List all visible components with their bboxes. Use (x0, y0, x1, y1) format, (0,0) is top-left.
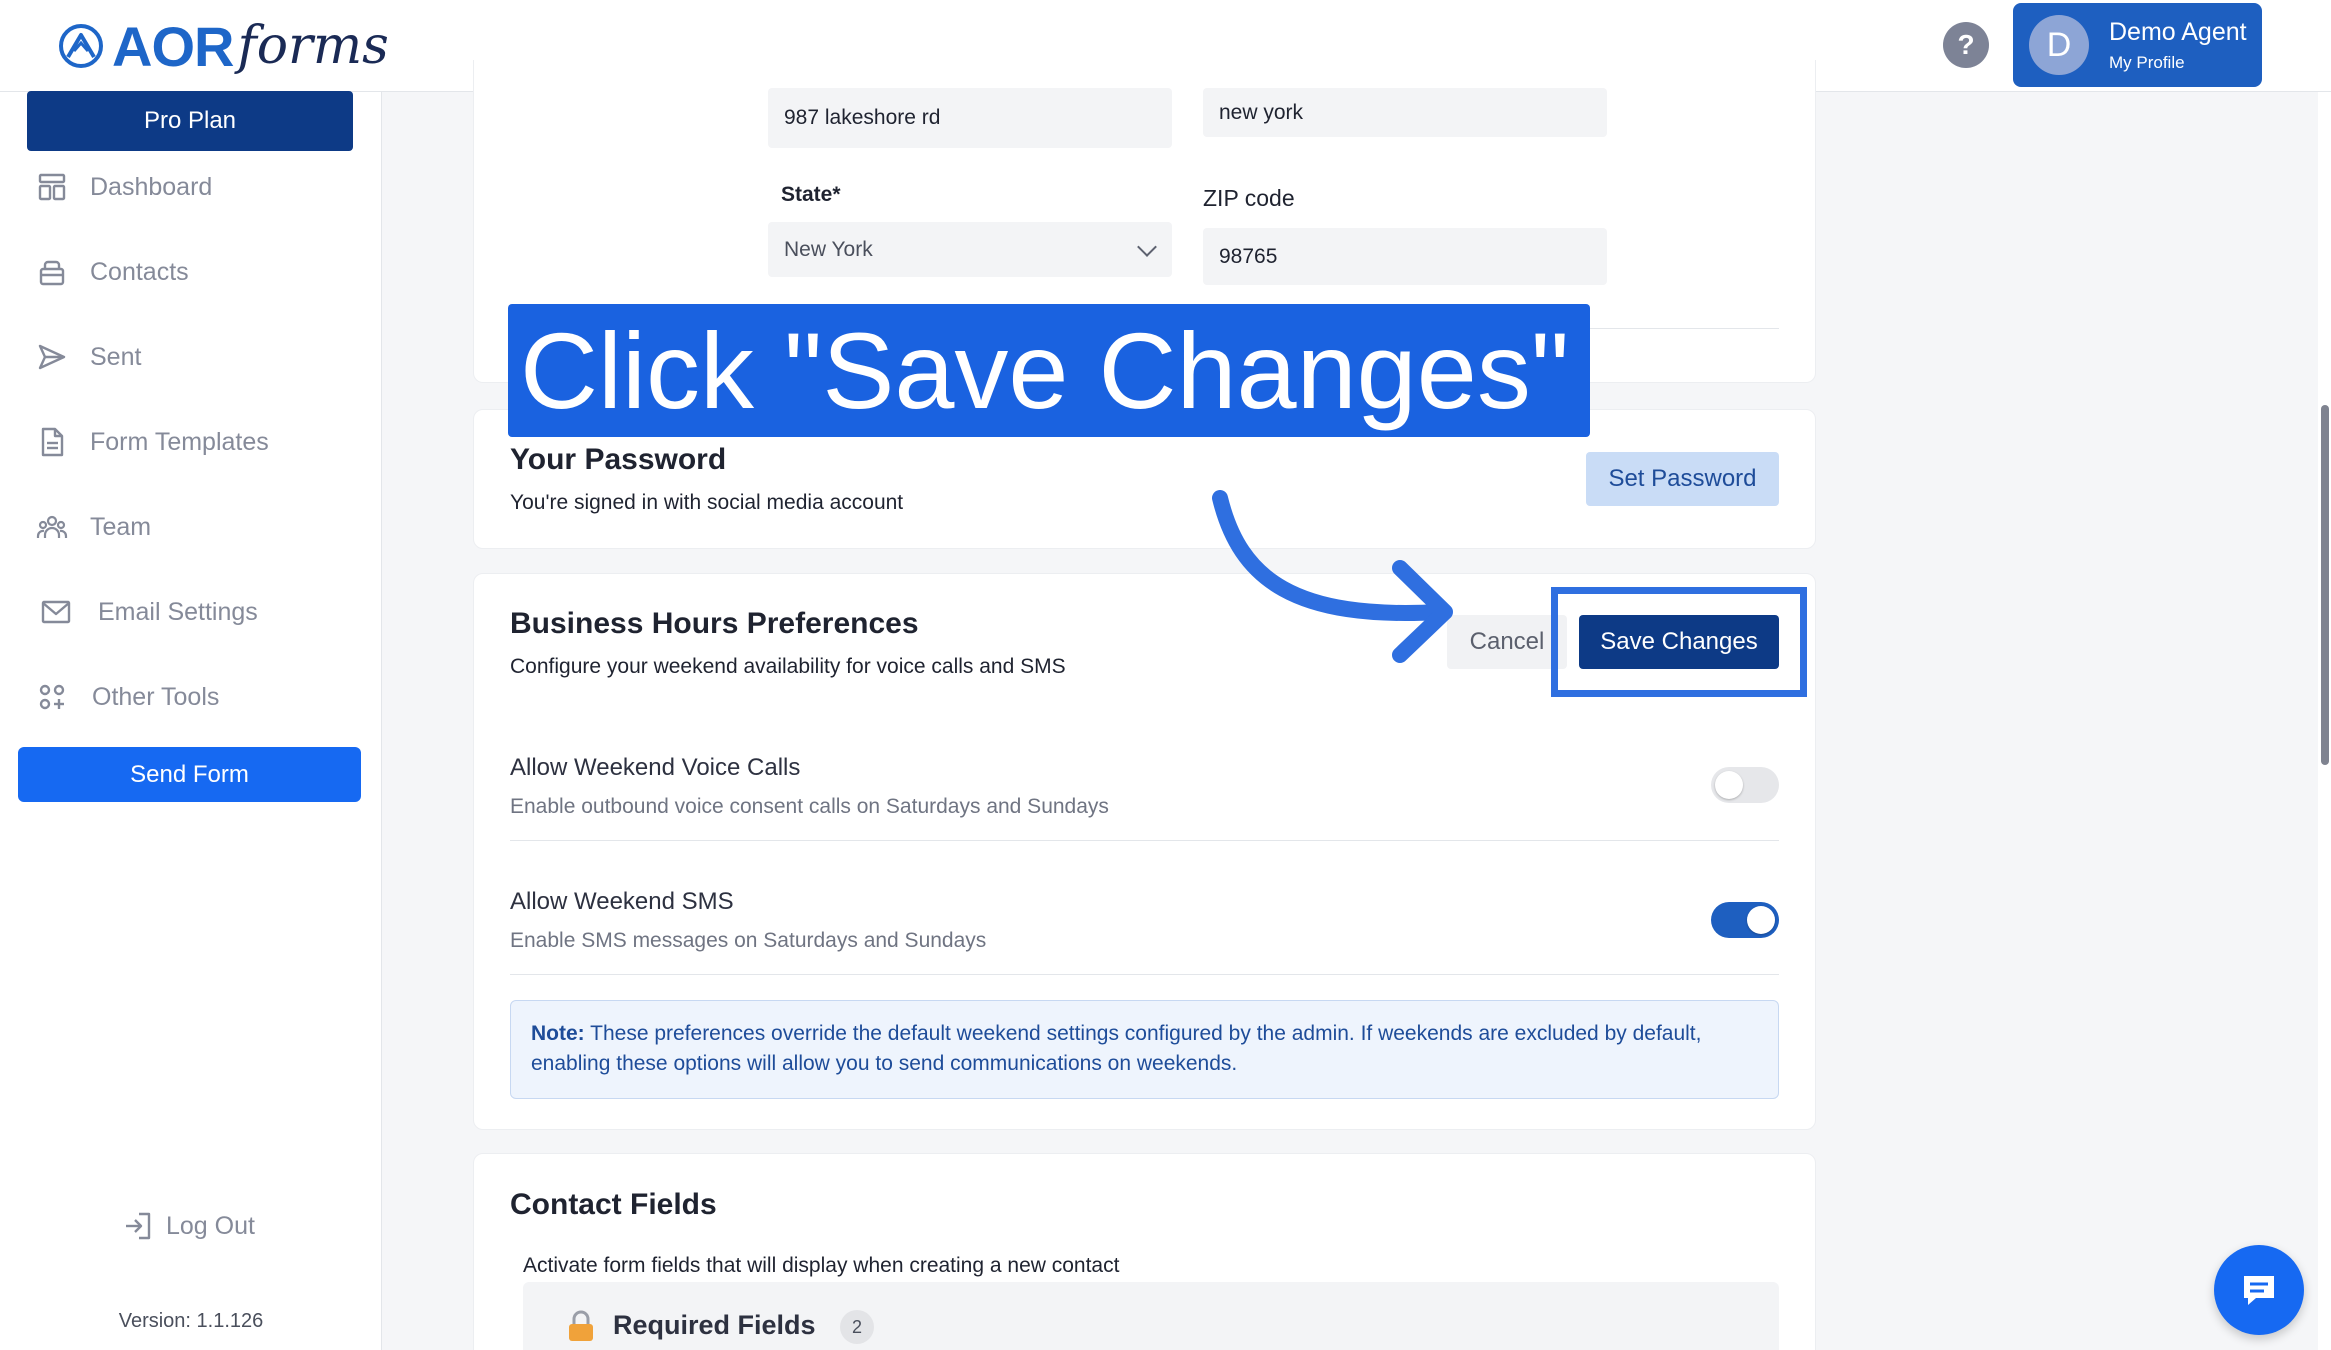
toggle-knob (1715, 771, 1743, 799)
grid-plus-icon (39, 684, 65, 710)
profile-name: Demo Agent (2109, 17, 2247, 46)
toggle-knob (1747, 906, 1775, 934)
weekend-sms-toggle[interactable] (1711, 902, 1779, 938)
logo-script: forms (237, 16, 389, 76)
aor-forms-logo[interactable]: AOR forms (58, 6, 389, 86)
zip-input[interactable]: 98765 (1203, 228, 1607, 285)
logout-icon (126, 1212, 151, 1240)
business-hours-title: Business Hours Preferences (510, 607, 919, 640)
avatar: D (2029, 15, 2089, 75)
cancel-button[interactable]: Cancel (1447, 615, 1567, 669)
contact-fields-title: Contact Fields (510, 1188, 717, 1221)
send-icon (38, 344, 66, 370)
state-label: State* (781, 183, 841, 206)
divider (510, 840, 1779, 841)
weekend-voice-title: Allow Weekend Voice Calls (510, 754, 801, 781)
chevron-down-icon (1137, 236, 1157, 257)
note-label: Note: (531, 1022, 585, 1045)
send-form-button[interactable]: Send Form (18, 747, 361, 802)
sidebar-item-label: Email Settings (98, 597, 258, 626)
scrollbar-thumb[interactable] (2321, 405, 2329, 765)
lock-icon (569, 1310, 593, 1341)
sidebar-item-label: Form Templates (90, 427, 269, 456)
sidebar-item-label: Dashboard (90, 172, 213, 201)
chat-button[interactable] (2214, 1245, 2304, 1335)
password-desc: You're signed in with social media accou… (510, 491, 904, 514)
tutorial-arrow-icon (1212, 490, 1453, 663)
profile-button[interactable]: D Demo Agent My Profile (2013, 3, 2262, 87)
sidebar-item-dashboard[interactable]: Dashboard (36, 162, 212, 212)
street-address-input[interactable]: 987 lakeshore rd (768, 88, 1172, 148)
weekend-voice-toggle[interactable] (1711, 767, 1779, 803)
sidebar-item-form-templates[interactable]: Form Templates (36, 417, 269, 467)
note-text: These preferences override the default w… (531, 1022, 1702, 1075)
required-fields-label: Required Fields (613, 1310, 816, 1340)
sidebar-item-contacts[interactable]: Contacts (36, 247, 189, 297)
pro-plan-button[interactable]: Pro Plan (27, 91, 353, 151)
version-text: Version: 1.1.126 (118, 1310, 264, 1332)
sidebar-item-email-settings[interactable]: Email Settings (36, 587, 258, 637)
business-hours-desc: Configure your weekend availability for … (510, 655, 1066, 678)
sidebar-item-label: Contacts (90, 257, 189, 286)
profile-link: My Profile (2109, 52, 2185, 72)
contacts-icon (39, 260, 65, 286)
sidebar-item-label: Team (90, 512, 152, 541)
weekend-sms-title: Allow Weekend SMS (510, 888, 734, 915)
save-changes-highlight (1551, 587, 1807, 697)
state-select[interactable]: New York (768, 222, 1172, 277)
preferences-note: Note: These preferences override the def… (510, 1000, 1779, 1099)
sidebar-item-team[interactable]: Team (36, 502, 151, 552)
dashboard-icon (38, 173, 66, 201)
logout-label: Log Out (166, 1211, 255, 1240)
sidebar: Pro Plan Dashboard Contacts Sent Form Te… (0, 91, 382, 1350)
chat-icon (2244, 1276, 2274, 1305)
weekend-sms-desc: Enable SMS messages on Saturdays and Sun… (510, 929, 987, 952)
divider (510, 974, 1779, 975)
city-input[interactable]: new york (1203, 88, 1607, 137)
logo-mark-icon (59, 24, 103, 68)
required-fields-count: 2 (840, 1310, 874, 1344)
password-title: Your Password (510, 443, 727, 476)
sidebar-item-label: Sent (90, 342, 142, 371)
set-password-button[interactable]: Set Password (1586, 452, 1779, 506)
weekend-voice-desc: Enable outbound voice consent calls on S… (510, 795, 1109, 818)
contact-fields-desc: Activate form fields that will display w… (523, 1254, 1120, 1277)
mail-icon (41, 600, 71, 624)
logo-text: AOR (112, 14, 234, 78)
sidebar-item-label: Other Tools (92, 682, 220, 711)
document-icon (41, 427, 64, 457)
help-button[interactable]: ? (1943, 22, 1989, 68)
zip-label: ZIP code (1203, 185, 1295, 211)
sidebar-item-sent[interactable]: Sent (36, 332, 141, 382)
required-fields-section[interactable]: Required Fields 2 (523, 1282, 1779, 1350)
sidebar-item-other-tools[interactable]: Other Tools (36, 672, 219, 722)
logout-button[interactable]: Log Out (122, 1210, 255, 1242)
state-select-value: New York (784, 237, 873, 261)
tutorial-callout: Click "Save Changes" (508, 304, 1590, 437)
team-icon (36, 515, 68, 538)
